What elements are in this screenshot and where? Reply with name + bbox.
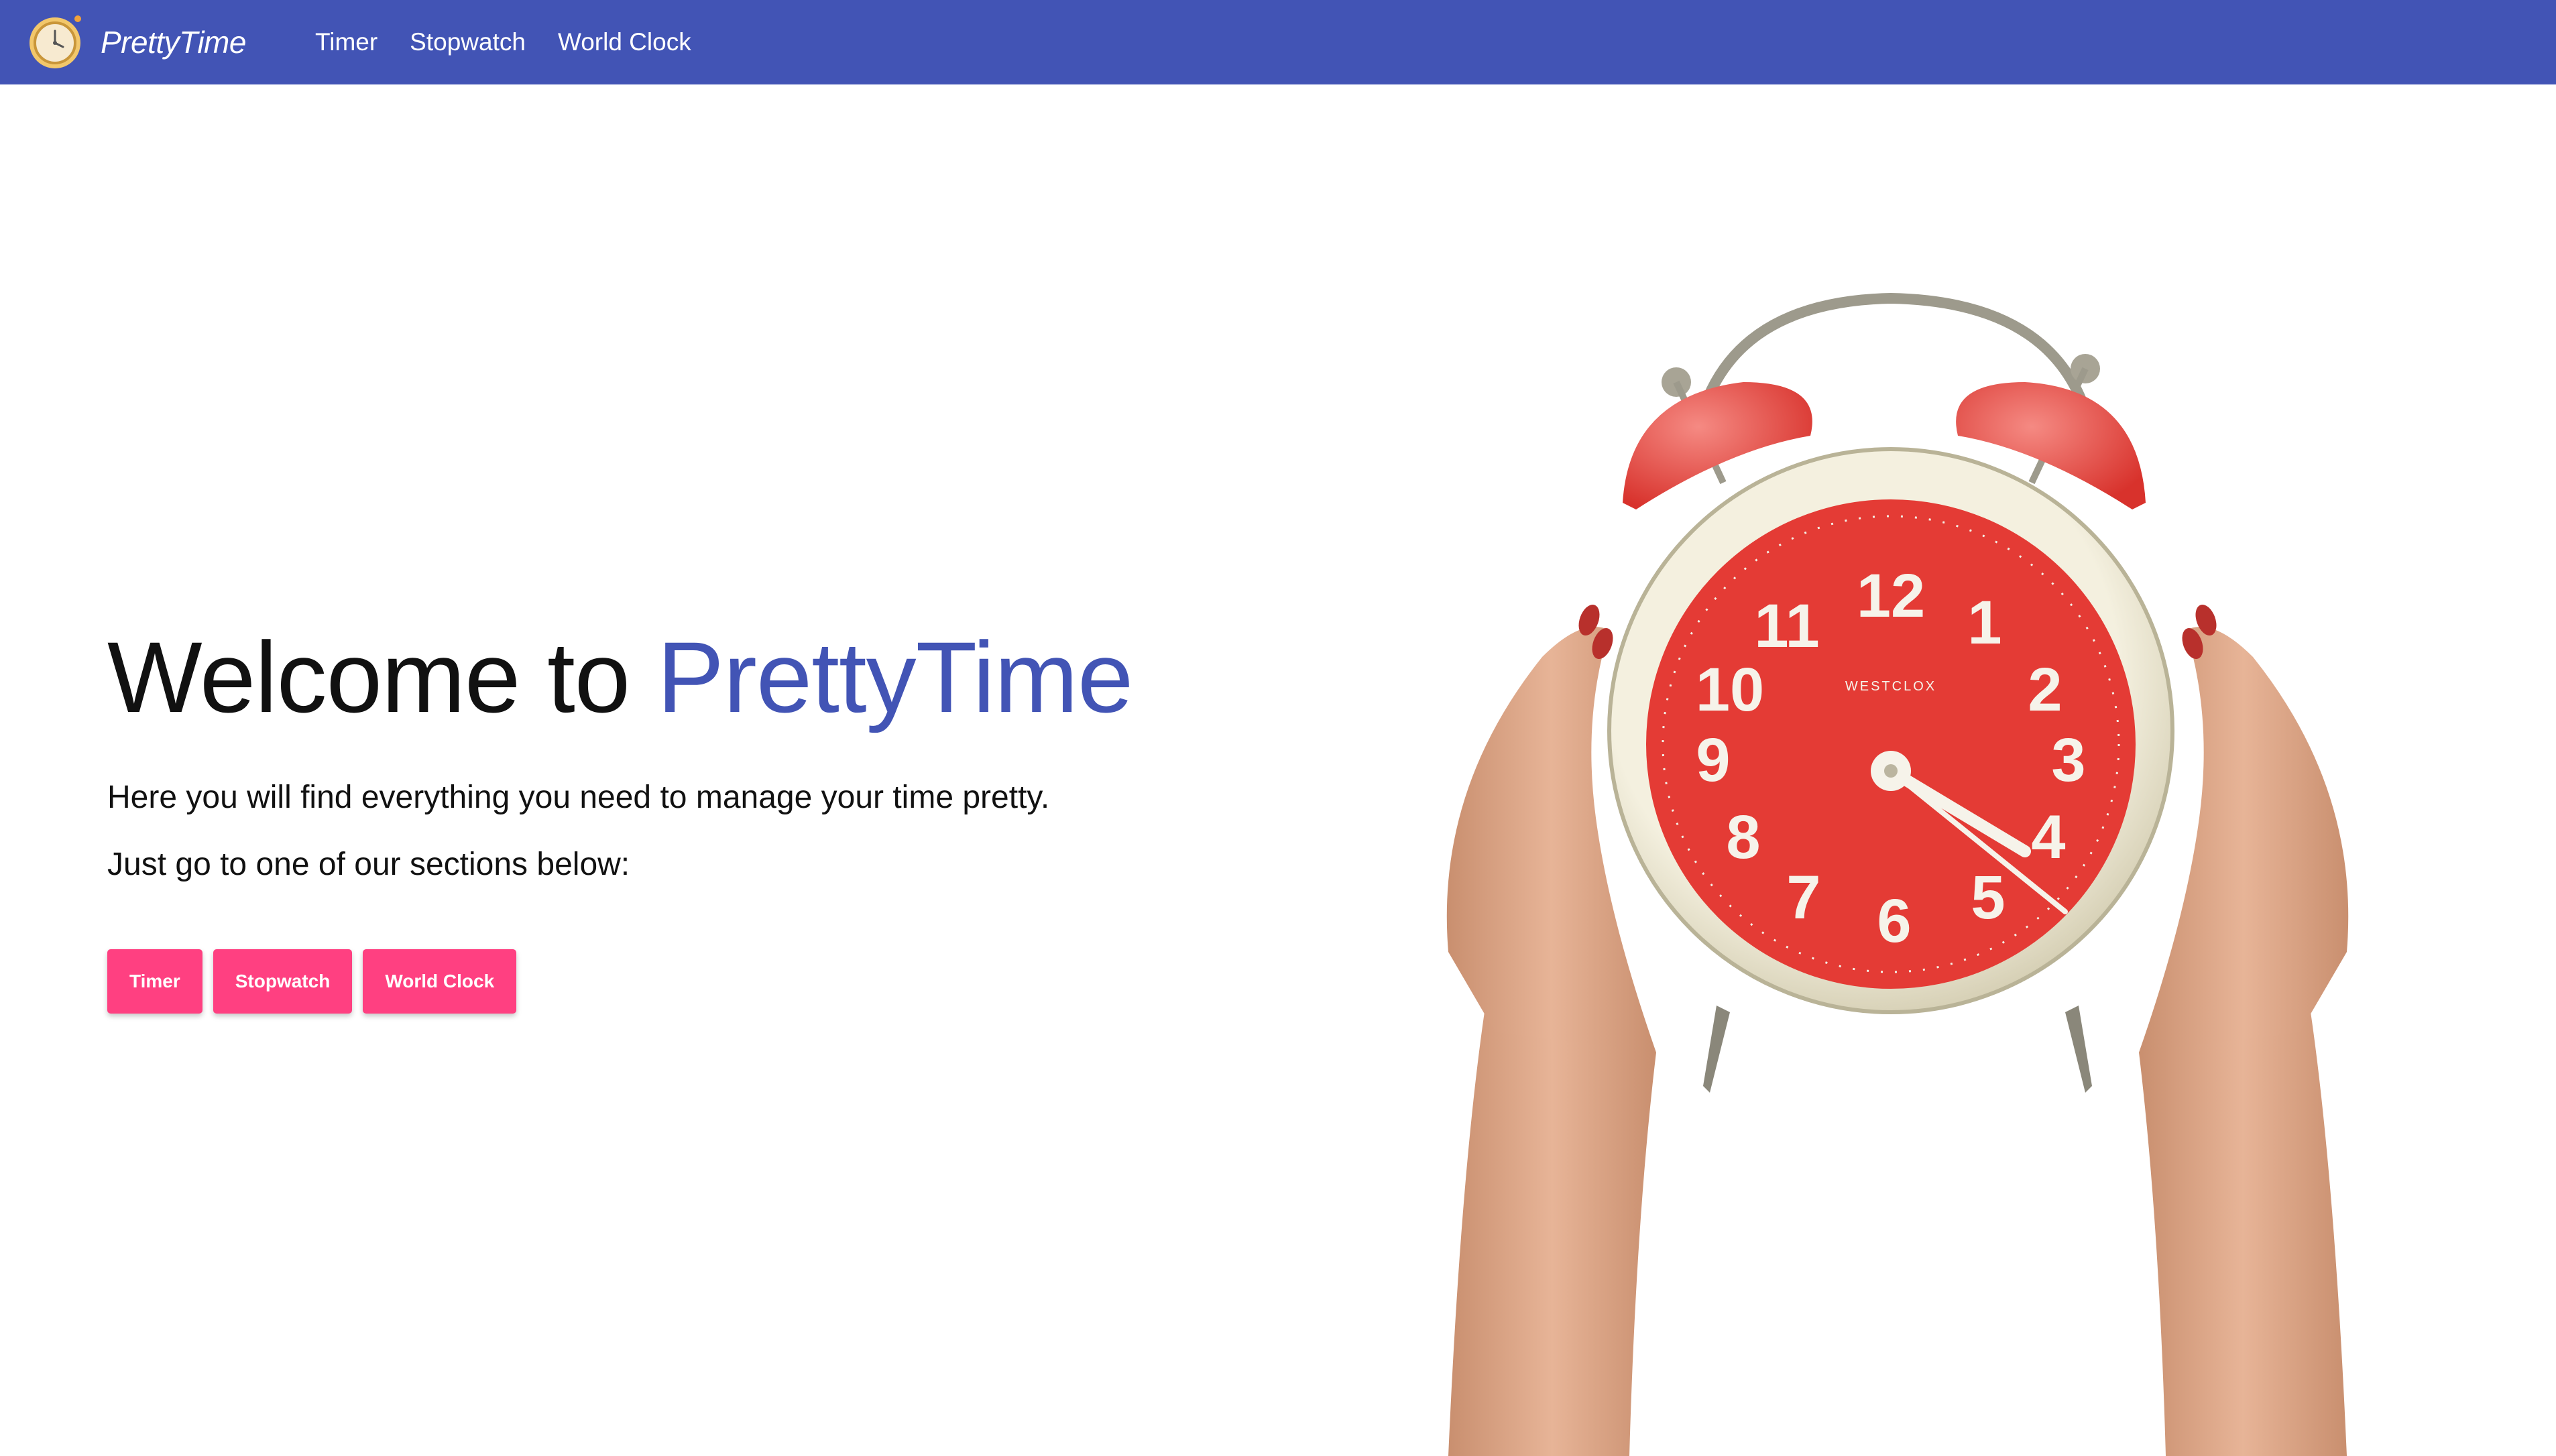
alarm-clock-logo-icon[interactable] — [27, 13, 83, 70]
world-clock-button[interactable]: World Clock — [363, 949, 517, 1014]
stopwatch-button[interactable]: Stopwatch — [213, 949, 353, 1014]
nav-link-timer[interactable]: Timer — [315, 24, 377, 60]
timer-button[interactable]: Timer — [107, 949, 202, 1014]
nav-link-world-clock[interactable]: World Clock — [558, 24, 691, 60]
svg-text:4: 4 — [2031, 803, 2065, 871]
hero-title-brand: PrettyTime — [656, 621, 1134, 733]
svg-text:7: 7 — [1786, 863, 1820, 932]
hero-title-prefix: Welcome to — [107, 621, 657, 733]
alarm-clock-held-by-hands-image: 12 1 2 3 4 5 6 7 8 9 10 11 WESTCLOX — [1446, 292, 2349, 1456]
nav-link-stopwatch[interactable]: Stopwatch — [410, 24, 526, 60]
top-app-bar: PrettyTime Timer Stopwatch World Clock — [0, 0, 2556, 84]
hero-description: Here you will find everything you need t… — [107, 780, 1050, 815]
clock-brand-text: WESTCLOX — [1845, 679, 1936, 694]
main-nav: Timer Stopwatch World Clock — [315, 24, 691, 60]
svg-text:11: 11 — [1754, 592, 1819, 660]
svg-text:1: 1 — [1967, 589, 2001, 657]
hero-title: Welcome to PrettyTime — [107, 617, 1134, 737]
svg-text:5: 5 — [1971, 863, 2005, 932]
svg-text:8: 8 — [1726, 803, 1760, 871]
svg-text:6: 6 — [1877, 887, 1911, 955]
svg-text:12: 12 — [1857, 562, 1925, 630]
svg-text:3: 3 — [2051, 726, 2085, 794]
section-buttons: Timer Stopwatch World Clock — [107, 949, 517, 1014]
svg-text:2: 2 — [2028, 656, 2062, 724]
hero-instruction: Just go to one of our sections below: — [107, 847, 630, 882]
brand-name[interactable]: PrettyTime — [101, 21, 246, 64]
svg-text:10: 10 — [1696, 656, 1764, 724]
svg-text:9: 9 — [1696, 726, 1730, 794]
